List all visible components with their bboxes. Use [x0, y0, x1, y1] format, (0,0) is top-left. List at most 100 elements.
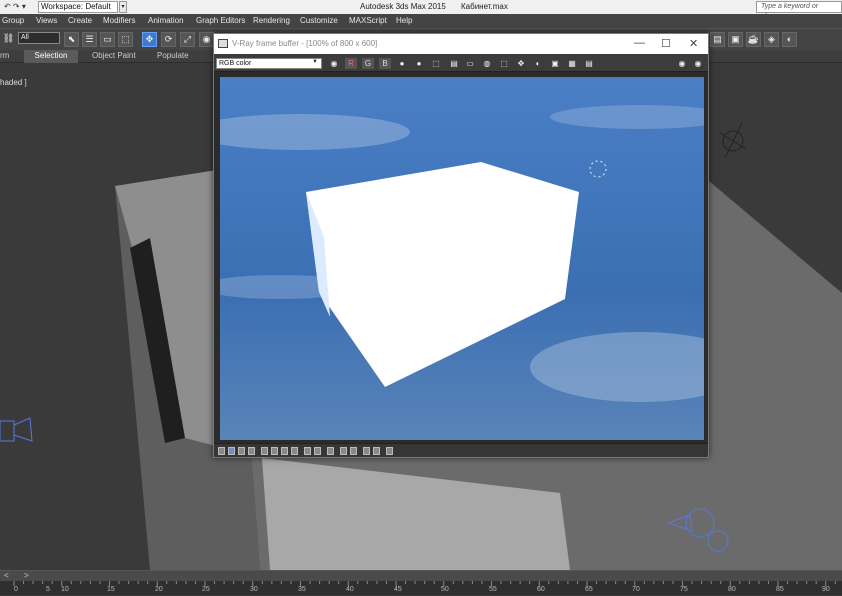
rendered-image[interactable] — [220, 77, 704, 440]
sun-icon — [719, 122, 747, 159]
hsl-icon[interactable] — [261, 447, 268, 455]
tick-label: 30 — [250, 586, 258, 593]
scale-icon[interactable]: ⤢ — [180, 32, 195, 47]
rendered-frame-window-icon[interactable]: ▣ — [728, 32, 743, 47]
color-picker-icon[interactable]: ◉ — [328, 58, 340, 69]
zoom-icon[interactable]: ◉ — [676, 58, 688, 69]
view-icon[interactable]: ◉ — [692, 58, 704, 69]
tick-label: 45 — [394, 586, 402, 593]
prev-frame-button[interactable]: < — [4, 571, 9, 580]
monochrome-icon[interactable]: ● — [413, 58, 425, 69]
menu-customize[interactable]: Customize — [300, 16, 338, 25]
vray-frame-buffer-window[interactable]: V-Ray frame buffer - [100% of 800 x 600]… — [213, 33, 709, 458]
compare-icon[interactable]: ▦ — [566, 58, 578, 69]
stamp-icon[interactable] — [340, 447, 347, 455]
white-balance-icon[interactable] — [248, 447, 255, 455]
tick-label: 40 — [346, 586, 354, 593]
region-render-icon[interactable]: ⬚ — [498, 58, 510, 69]
green-channel-button[interactable]: G — [362, 58, 374, 69]
select-object-icon[interactable]: ⬉ — [64, 32, 79, 47]
next-frame-button[interactable]: > — [24, 571, 29, 580]
link-icon[interactable]: ⛓ — [1, 32, 16, 47]
workspace-selector[interactable]: Workspace: Default — [38, 1, 118, 13]
tick-label: 25 — [202, 586, 210, 593]
menu-modifiers[interactable]: Modifiers — [103, 16, 135, 25]
chevron-down-icon[interactable]: ▼ — [312, 59, 318, 65]
maximize-button[interactable]: ☐ — [661, 37, 671, 50]
info-icon[interactable] — [350, 447, 357, 455]
time-slider[interactable]: < > — [0, 571, 842, 581]
menu-help[interactable]: Help — [396, 16, 412, 25]
select-by-name-icon[interactable]: ☰ — [82, 32, 97, 47]
vfb-bottom-toolbar — [214, 443, 708, 457]
channel-dropdown[interactable]: RGB color — [216, 58, 322, 69]
show-corrections-icon[interactable]: ◐ — [532, 58, 544, 69]
alpha-channel-icon[interactable]: ● — [396, 58, 408, 69]
move-icon[interactable]: ✥ — [142, 32, 157, 47]
lut-icon[interactable] — [291, 447, 298, 455]
tick-label: 85 — [776, 586, 784, 593]
menu-views[interactable]: Views — [36, 16, 57, 25]
title-bar: ↶ ↷ ▾ Workspace: Default ▾ Autodesk 3ds … — [0, 0, 842, 20]
close-button[interactable]: ✕ — [689, 37, 698, 50]
clear-image-icon[interactable]: ⬚ — [430, 58, 442, 69]
menu-create[interactable]: Create — [68, 16, 92, 25]
menu-graph-editors[interactable]: Graph Editors — [196, 16, 245, 25]
timeline[interactable]: < > 0 5 10 15 20 25 30 35 40 45 50 55 60… — [0, 570, 842, 595]
frame-ruler[interactable]: 0 5 10 15 20 25 30 35 40 45 50 55 60 65 … — [0, 581, 842, 596]
tick-label: 50 — [441, 586, 449, 593]
flip-h-icon[interactable] — [363, 447, 370, 455]
tab-populate[interactable]: Populate — [157, 51, 189, 60]
render-scene — [220, 77, 704, 440]
window-crossing-icon[interactable]: ⬚ — [118, 32, 133, 47]
lens-effects-icon[interactable] — [327, 447, 334, 455]
quick-access-toolbar[interactable]: ↶ ↷ ▾ — [4, 2, 26, 11]
srgb-icon[interactable] — [314, 447, 321, 455]
settings-icon[interactable] — [386, 447, 393, 455]
tab-selection[interactable]: Selection — [24, 50, 78, 63]
curves-icon[interactable] — [281, 447, 288, 455]
tick-label: 15 — [107, 586, 115, 593]
menu-maxscript[interactable]: MAXScript — [349, 16, 387, 25]
color-correction-icon[interactable] — [228, 447, 235, 455]
display-panel-icon[interactable] — [218, 447, 225, 455]
render-iterative-icon[interactable]: ◈ — [764, 32, 779, 47]
tick-label: 20 — [155, 586, 163, 593]
save-image-icon[interactable]: ▤ — [448, 58, 460, 69]
selection-filter-dropdown[interactable]: All — [18, 32, 60, 44]
blue-channel-button[interactable]: B — [379, 58, 391, 69]
vfb-toolbar: RGB color ▼ ◉ R G B ● ● ⬚ ▤ ▭ ◍ ⬚ ✥ ◐ ▣ … — [214, 54, 708, 72]
minimize-button[interactable]: — — [634, 37, 645, 49]
workspace-dropdown-icon[interactable]: ▾ — [119, 1, 127, 13]
flip-v-icon[interactable] — [373, 447, 380, 455]
ocio-icon[interactable] — [304, 447, 311, 455]
rectangle-region-icon[interactable]: ▭ — [100, 32, 115, 47]
tick-label: 75 — [680, 586, 688, 593]
activeshade-icon[interactable]: ◐ — [782, 32, 797, 47]
menu-group[interactable]: Group — [2, 16, 24, 25]
render-production-icon[interactable]: ☕ — [746, 32, 761, 47]
menu-rendering[interactable]: Rendering — [253, 16, 290, 25]
tick-label: 60 — [537, 586, 545, 593]
menu-animation[interactable]: Animation — [148, 16, 184, 25]
track-mouse-icon[interactable]: ✥ — [515, 58, 527, 69]
levels-icon[interactable] — [271, 447, 278, 455]
window-icon — [218, 39, 228, 48]
tab-object-paint[interactable]: Object Paint — [92, 51, 136, 60]
render-last-icon[interactable]: ▣ — [549, 58, 561, 69]
tab-freeform[interactable]: rm — [0, 51, 9, 60]
red-channel-button[interactable]: R — [345, 58, 357, 69]
exposure-icon[interactable] — [238, 447, 245, 455]
rotate-icon[interactable]: ⟳ — [161, 32, 176, 47]
load-image-icon[interactable]: ▭ — [464, 58, 476, 69]
placement-icon[interactable]: ◉ — [199, 32, 214, 47]
tick-label: 90 — [822, 586, 830, 593]
vfb-title-bar[interactable]: V-Ray frame buffer - [100% of 800 x 600]… — [214, 34, 708, 54]
render-setup-icon[interactable]: ▤ — [710, 32, 725, 47]
menu-bar: Group Views Create Modifiers Animation G… — [0, 14, 842, 28]
tick-label: 70 — [632, 586, 640, 593]
tick-label: 35 — [298, 586, 306, 593]
stop-render-icon[interactable]: ◍ — [481, 58, 493, 69]
history-icon[interactable]: ▤ — [583, 58, 595, 69]
search-input[interactable]: Type a keyword or phrase — [756, 1, 842, 20]
